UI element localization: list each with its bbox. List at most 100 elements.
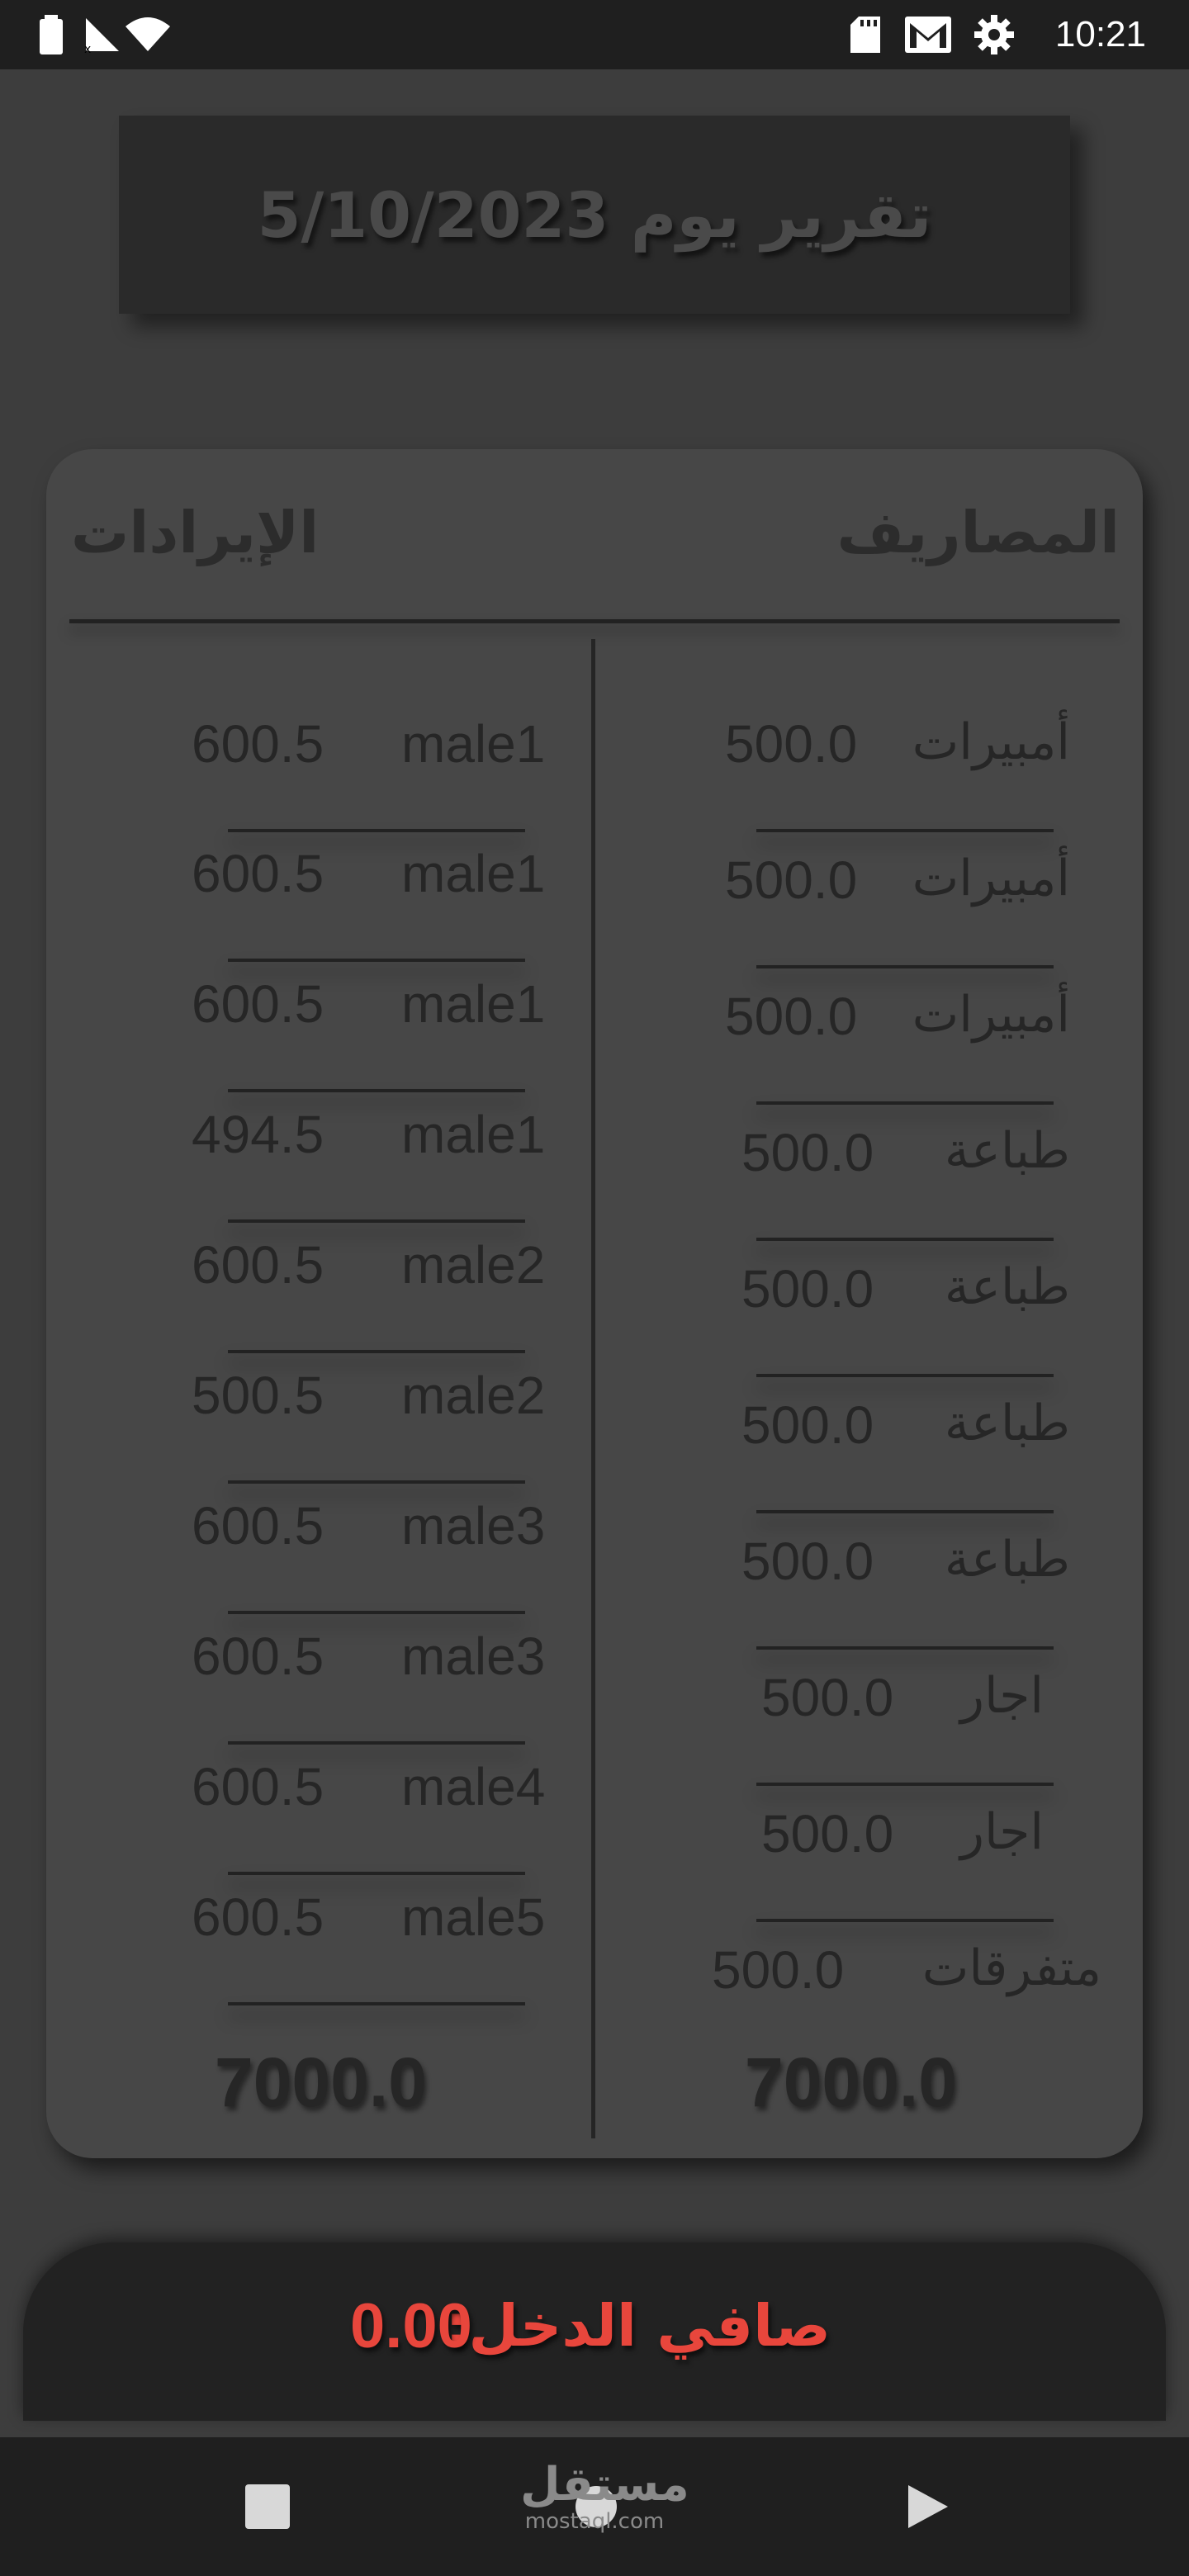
revenue-row[interactable]: 600.5 male1 — [79, 713, 575, 845]
net-income-bar: صافي الدخل: 0.00 — [23, 2242, 1166, 2421]
expense-row[interactable]: 500.0 أمبيرات — [608, 850, 1136, 982]
row-divider — [756, 1238, 1054, 1241]
revenue-label: male1 — [401, 844, 546, 903]
expense-label: طباعة — [944, 1258, 1070, 1316]
expense-row[interactable]: 500.0 طباعة — [608, 1122, 1136, 1254]
column-divider — [591, 639, 595, 2138]
square-icon — [245, 2484, 290, 2529]
watermark-arabic: مستقل — [520, 2458, 689, 2512]
row-divider — [228, 1480, 525, 1484]
revenue-amount: 494.5 — [192, 1105, 324, 1164]
row-divider — [228, 1089, 525, 1092]
row-divider — [756, 1510, 1054, 1513]
row-divider — [756, 965, 1054, 968]
revenue-amount: 600.5 — [192, 1887, 324, 1947]
revenue-label: male3 — [401, 1627, 546, 1686]
expense-amount: 500.0 — [761, 1804, 894, 1863]
revenue-row[interactable]: 600.5 male5 — [79, 1887, 575, 2019]
revenue-amount: 600.5 — [192, 1757, 324, 1816]
expense-row[interactable]: 500.0 اجار — [608, 1667, 1136, 1799]
revenues-heading: الإيرادات — [71, 499, 320, 566]
expense-amount: 500.0 — [725, 987, 858, 1046]
expense-row[interactable]: 500.0 أمبيرات — [608, 986, 1136, 1118]
expense-amount: 500.0 — [741, 1532, 874, 1591]
row-divider — [228, 1219, 525, 1223]
svg-text:x: x — [84, 43, 91, 54]
expense-label: طباعة — [944, 1531, 1070, 1589]
revenue-label: male2 — [401, 1235, 546, 1295]
row-divider — [756, 1783, 1054, 1786]
recents-button[interactable] — [238, 2437, 297, 2576]
expense-amount: 500.0 — [725, 714, 858, 774]
row-divider — [756, 829, 1054, 832]
revenue-row[interactable]: 600.5 male4 — [79, 1756, 575, 1888]
revenue-label: male1 — [401, 1105, 546, 1164]
expense-label: طباعة — [944, 1395, 1070, 1452]
expense-row[interactable]: 500.0 أمبيرات — [608, 713, 1136, 845]
expense-label: أمبيرات — [912, 713, 1070, 771]
revenue-row[interactable]: 500.5 male2 — [79, 1365, 575, 1497]
back-button[interactable] — [898, 2437, 958, 2576]
revenue-label: male2 — [401, 1366, 546, 1425]
revenue-row[interactable]: 600.5 male3 — [79, 1626, 575, 1758]
row-divider — [756, 1101, 1054, 1105]
expenses-heading: المصاريف — [836, 499, 1120, 566]
sd-card-icon — [850, 0, 880, 69]
mostaql-watermark: مستقل mostaql.com — [520, 2458, 689, 2534]
row-divider — [228, 1350, 525, 1353]
expense-amount: 500.0 — [725, 850, 858, 910]
row-divider — [756, 1374, 1054, 1377]
expense-amount: 500.0 — [741, 1395, 874, 1455]
report-title-card: تقرير يوم 5/10/2023 — [119, 116, 1070, 314]
revenue-amount: 600.5 — [192, 714, 324, 774]
revenue-row[interactable]: 494.5 male1 — [79, 1104, 575, 1236]
triangle-play-icon — [908, 2485, 948, 2528]
expense-label: طباعة — [944, 1122, 1070, 1180]
revenue-amount: 600.5 — [192, 844, 324, 903]
row-divider — [228, 1872, 525, 1875]
expense-row[interactable]: 500.0 اجار — [608, 1803, 1136, 1935]
revenue-label: male5 — [401, 1887, 546, 1947]
report-title: تقرير يوم 5/10/2023 — [257, 178, 932, 252]
expense-amount: 500.0 — [741, 1259, 874, 1319]
net-income-value: 0.00 — [350, 2291, 472, 2361]
expense-row[interactable]: 500.0 طباعة — [608, 1531, 1136, 1663]
watermark-latin: mostaql.com — [524, 2509, 665, 2534]
row-divider — [228, 829, 525, 832]
revenue-amount: 500.5 — [192, 1366, 324, 1425]
header-divider — [69, 619, 1120, 623]
expense-row[interactable]: 500.0 طباعة — [608, 1258, 1136, 1390]
gmail-icon — [905, 0, 951, 69]
revenue-row[interactable]: 600.5 male1 — [79, 973, 575, 1106]
row-divider — [228, 2002, 525, 2005]
expense-amount: 500.0 — [741, 1123, 874, 1182]
expense-amount: 500.0 — [712, 1940, 845, 2000]
revenue-label: male1 — [401, 974, 546, 1034]
battery-icon — [40, 0, 63, 69]
expenses-total: 7000.0 — [745, 2043, 957, 2121]
revenue-amount: 600.5 — [192, 1235, 324, 1295]
expense-label: متفرقات — [921, 1939, 1101, 1997]
expense-amount: 500.0 — [761, 1668, 894, 1727]
revenues-total: 7000.0 — [215, 2043, 427, 2121]
row-divider — [228, 1741, 525, 1745]
expense-label: أمبيرات — [912, 986, 1070, 1044]
row-divider — [228, 1611, 525, 1614]
revenue-row[interactable]: 600.5 male1 — [79, 843, 575, 975]
signal-off-icon: x — [83, 0, 122, 69]
row-divider — [228, 959, 525, 962]
expense-label: اجار — [959, 1667, 1044, 1725]
revenue-row[interactable]: 600.5 male2 — [79, 1234, 575, 1366]
revenue-amount: 600.5 — [192, 974, 324, 1034]
revenue-amount: 600.5 — [192, 1496, 324, 1556]
expense-label: أمبيرات — [912, 850, 1070, 907]
revenue-label: male4 — [401, 1757, 546, 1816]
revenue-row[interactable]: 600.5 male3 — [79, 1495, 575, 1627]
revenue-label: male3 — [401, 1496, 546, 1556]
net-income-label: صافي الدخل: — [445, 2292, 831, 2360]
revenue-amount: 600.5 — [192, 1627, 324, 1686]
expense-row[interactable]: 500.0 طباعة — [608, 1395, 1136, 1527]
revenue-label: male1 — [401, 714, 546, 774]
clock: 10:21 — [1054, 14, 1146, 54]
wifi-icon — [124, 0, 172, 69]
